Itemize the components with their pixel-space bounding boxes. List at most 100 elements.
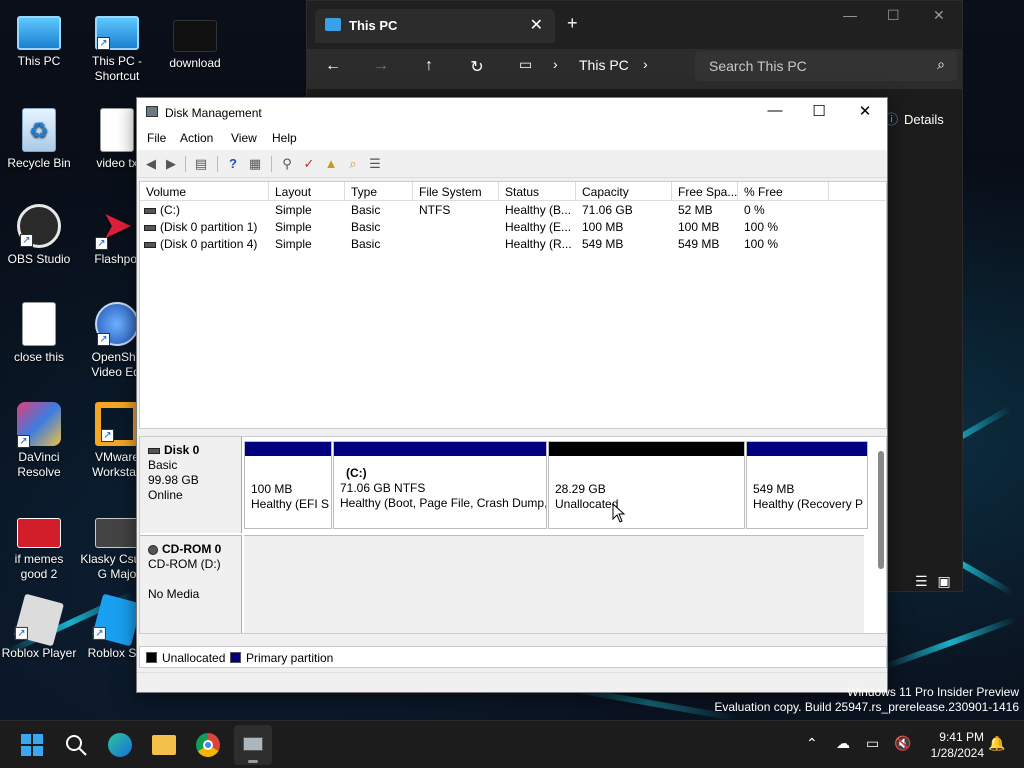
file-explorer-icon[interactable] — [152, 735, 176, 755]
shortcut-arrow-icon: ↗ — [17, 435, 30, 448]
search-input[interactable]: Search This PC ⌕ — [695, 51, 957, 81]
shortcut-arrow-icon: ↗ — [95, 237, 108, 250]
cell-capacity: 549 MB — [582, 237, 624, 251]
tiles-view-icon[interactable]: ▣ — [937, 573, 950, 589]
folder-up-icon[interactable]: ▲ — [323, 156, 339, 172]
check-icon[interactable]: ✓ — [301, 156, 317, 172]
shortcut-arrow-icon: ↗ — [92, 626, 106, 640]
close-icon[interactable]: ✕ — [853, 102, 877, 120]
menu-file[interactable]: File — [147, 131, 166, 145]
disk-management-taskbar-button[interactable] — [234, 725, 272, 765]
start-windows-icon[interactable] — [20, 733, 44, 757]
cell-layout: Simple — [275, 220, 312, 234]
cell-volume: (Disk 0 partition 4) — [160, 237, 258, 251]
desktop-icon-davinci-resolve[interactable]: ↗ DaVinci Resolve — [0, 402, 78, 480]
help-icon[interactable]: ? — [225, 156, 241, 172]
desktop-icon-label: DaVinci Resolve — [17, 450, 61, 479]
partition-c-drive[interactable]: (C:) 71.06 GB NTFS Healthy (Boot, Page F… — [333, 441, 547, 529]
chevron-up-icon[interactable]: ⌃ — [806, 735, 818, 752]
search-icon[interactable] — [64, 733, 88, 757]
close-icon[interactable]: ✕ — [933, 7, 945, 24]
vertical-scrollbar[interactable] — [878, 451, 884, 569]
desktop-icon-label: Roblox Player — [1, 646, 77, 660]
partition-status: Healthy (EFI S — [251, 497, 330, 511]
cell-volume: (C:) — [160, 203, 180, 217]
table-row[interactable]: (C:) Simple Basic NTFS Healthy (B... 71.… — [140, 202, 886, 219]
show-hide-console-tree-icon[interactable]: ▤ — [193, 156, 209, 172]
explorer-tab-this-pc[interactable]: This PC ✕ — [315, 9, 555, 43]
chrome-icon[interactable] — [196, 733, 220, 757]
column-type[interactable]: Type — [345, 182, 413, 201]
partition-efi[interactable]: 100 MB Healthy (EFI S — [244, 441, 332, 529]
close-tab-icon[interactable]: ✕ — [530, 15, 543, 35]
address-bar[interactable]: ▭ › This PC › — [507, 51, 687, 81]
desktop-icon-close-this[interactable]: close this — [0, 302, 78, 365]
partition-text: (C:) 71.06 GB NTFS Healthy (Boot, Page F… — [334, 456, 546, 511]
cdrom-0-info[interactable]: CD-ROM 0 CD-ROM (D:) No Media — [140, 535, 242, 633]
back-icon[interactable]: ◀ — [143, 156, 159, 172]
disk-management-window[interactable]: Disk Management — ☐ ✕ File Action View H… — [136, 97, 888, 693]
column-capacity[interactable]: Capacity — [576, 182, 672, 201]
list-view-icon[interactable]: ☰ — [367, 156, 383, 172]
minimize-icon[interactable]: — — [843, 7, 857, 23]
desktop-icon-download[interactable]: download — [156, 12, 234, 71]
back-arrow-icon[interactable]: ← — [321, 57, 345, 75]
roblox-studio-icon: ↗ — [91, 593, 143, 647]
shortcut-arrow-icon: ↗ — [97, 333, 110, 346]
connect-icon[interactable]: ⚲ — [279, 156, 295, 172]
details-view-icon[interactable]: ☰ — [915, 573, 928, 589]
vmware-icon: ↗ — [95, 402, 139, 446]
up-arrow-icon[interactable]: ↑ — [417, 57, 441, 75]
network-icon[interactable]: ▭ — [866, 735, 879, 752]
partition-status: Unallocated — [555, 497, 619, 511]
cell-percent-free: 100 % — [744, 237, 779, 251]
forward-arrow-icon[interactable]: → — [369, 57, 393, 75]
tab-title: This PC — [349, 18, 398, 33]
onedrive-icon[interactable]: ☁ — [836, 735, 850, 752]
table-row[interactable]: (Disk 0 partition 4) Simple Basic Health… — [140, 236, 886, 253]
explorer-nav-bar: ← → ↑ ↻ ▭ › This PC › Search This PC ⌕ — [307, 49, 962, 89]
cell-type: Basic — [351, 220, 381, 234]
volume-list[interactable]: Volume Layout Type File System Status Ca… — [139, 181, 887, 429]
table-row[interactable]: (Disk 0 partition 1) Simple Basic Health… — [140, 219, 886, 236]
title-bar[interactable]: Disk Management — ☐ ✕ — [137, 98, 887, 126]
maximize-icon[interactable]: ☐ — [887, 7, 900, 24]
volume-muted-icon[interactable]: 🔇 — [894, 735, 911, 752]
volume-icon — [144, 207, 156, 214]
column-layout[interactable]: Layout — [269, 182, 345, 201]
menu-action[interactable]: Action — [180, 131, 213, 145]
column-file-system[interactable]: File System — [413, 182, 499, 201]
recycle-bin-icon: ♻ — [22, 108, 56, 152]
notification-bell-icon[interactable]: 🔔 — [988, 735, 1005, 752]
search-placeholder: Search This PC — [709, 58, 807, 74]
desktop-icon-this-pc-shortcut[interactable]: ↗ This PC - Shortcut — [78, 12, 156, 84]
partition-status: Healthy (Recovery P — [753, 497, 864, 511]
maximize-icon[interactable]: ☐ — [807, 102, 831, 120]
column-free-space[interactable]: Free Spa... — [672, 182, 738, 201]
refresh-icon[interactable]: ↻ — [465, 57, 489, 77]
new-tab-button[interactable]: + — [567, 13, 578, 34]
search-folder-icon[interactable]: ⌕ — [345, 156, 361, 172]
cell-capacity: 100 MB — [582, 220, 624, 234]
partition-recovery[interactable]: 549 MB Healthy (Recovery P — [746, 441, 868, 529]
details-button[interactable]: ⓘ Details — [885, 109, 944, 128]
desktop-icon-recycle-bin[interactable]: ♻ Recycle Bin — [0, 108, 78, 171]
minimize-icon[interactable]: — — [763, 102, 787, 119]
clock[interactable]: 9:41 PM 1/28/2024 — [918, 729, 984, 761]
desktop-icon-roblox-player[interactable]: ↗ Roblox Player — [0, 593, 78, 661]
disk-0-info[interactable]: Disk 0 Basic 99.98 GB Online — [140, 437, 242, 533]
forward-icon[interactable]: ▶ — [163, 156, 179, 172]
properties-icon[interactable]: ▦ — [247, 156, 263, 172]
menu-help[interactable]: Help — [272, 131, 297, 145]
menu-view[interactable]: View — [231, 131, 257, 145]
desktop-icon-obs-studio[interactable]: ↗ OBS Studio — [0, 204, 78, 267]
desktop-icon-label: close this — [13, 350, 65, 364]
column-percent-free[interactable]: % Free — [738, 182, 829, 201]
graphical-disk-view[interactable]: Disk 0 Basic 99.98 GB Online 100 MB Heal… — [139, 436, 887, 634]
column-status[interactable]: Status — [499, 182, 576, 201]
desktop-icon-if-memes-good-2[interactable]: if memes good 2 — [0, 512, 78, 582]
desktop-icon-this-pc[interactable]: This PC — [0, 12, 78, 69]
edge-browser-icon[interactable] — [108, 733, 132, 757]
column-volume[interactable]: Volume — [140, 182, 269, 201]
partition-unallocated[interactable]: 28.29 GB Unallocated — [548, 441, 745, 529]
